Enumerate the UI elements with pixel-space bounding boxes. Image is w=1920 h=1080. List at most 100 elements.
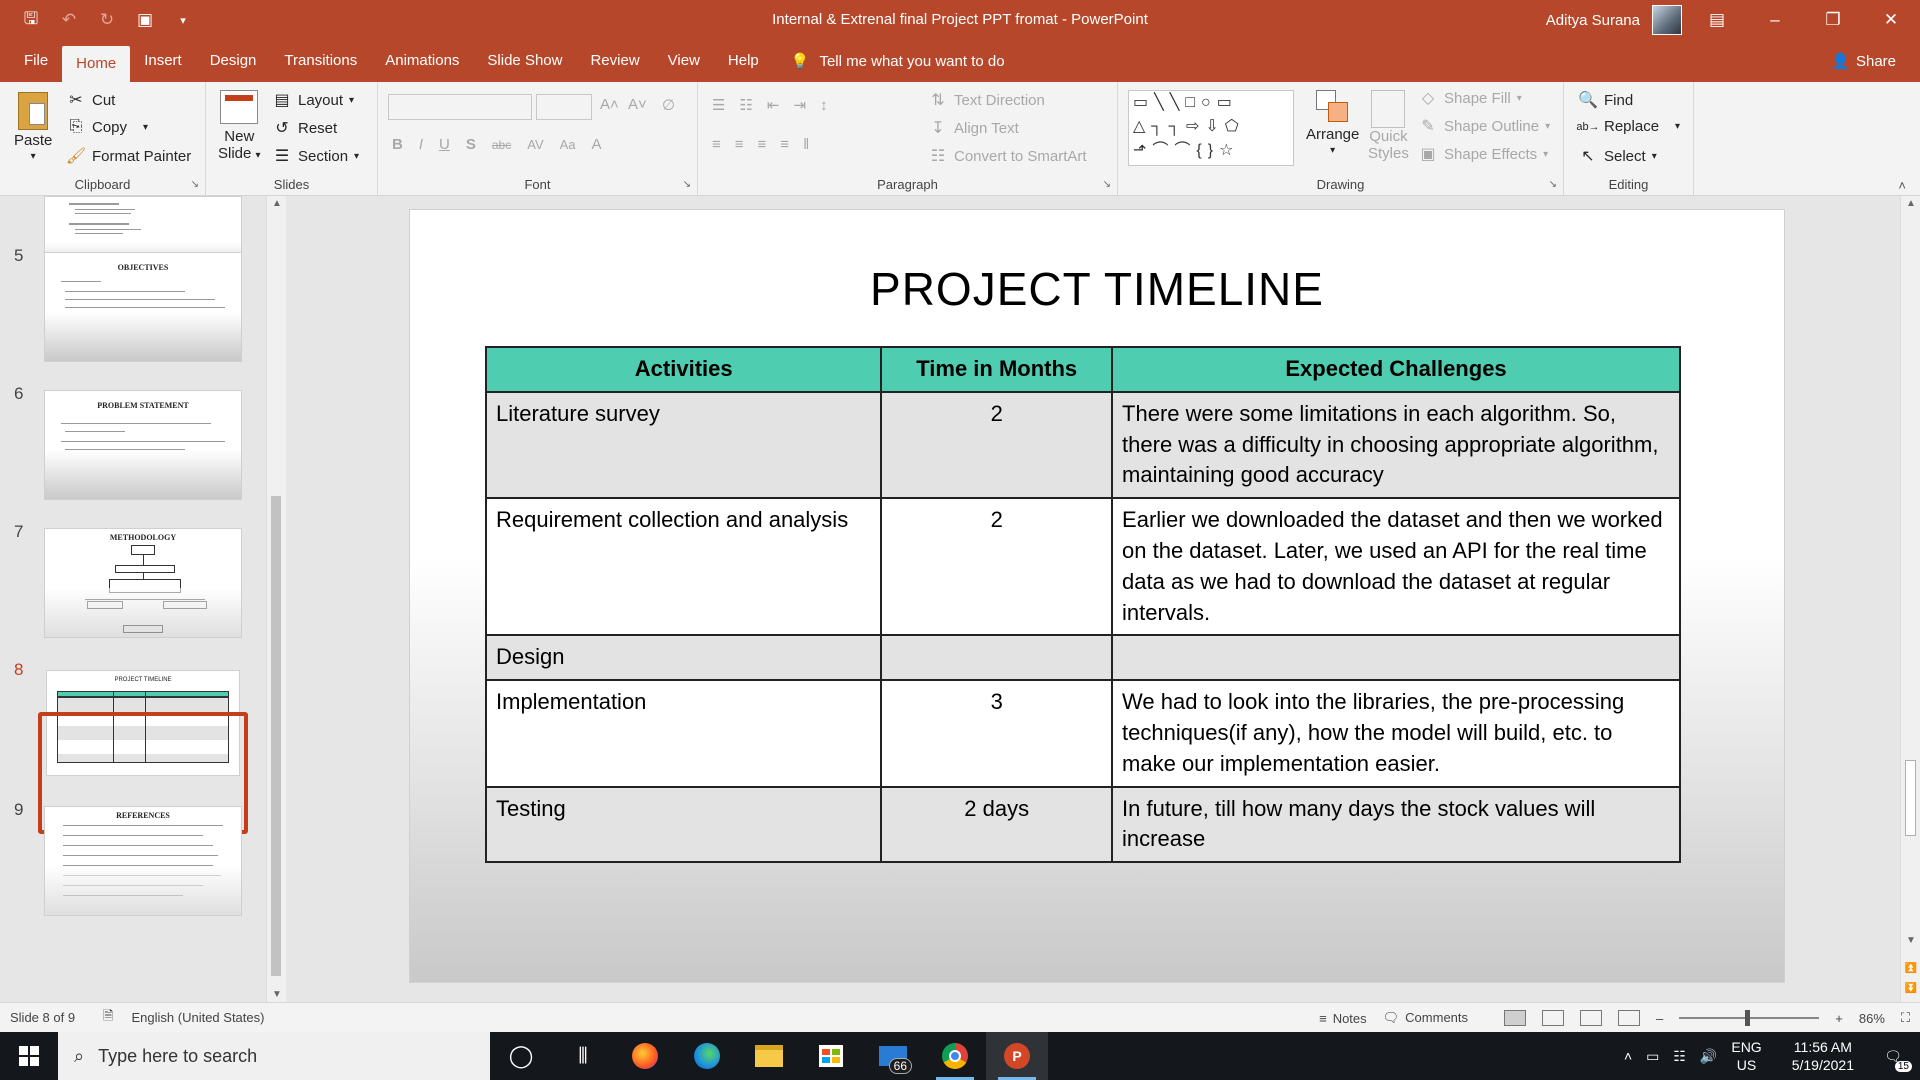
dialog-launcher-icon[interactable]: ↘ xyxy=(683,179,691,190)
input-language[interactable]: ENG US xyxy=(1731,1038,1761,1074)
shape-outline-button[interactable]: ✎ Shape Outline ▾ xyxy=(1418,116,1550,136)
scroll-up-icon[interactable]: ▲ xyxy=(267,198,287,209)
scroll-up-icon[interactable]: ▲ xyxy=(1901,198,1920,209)
minimize-icon[interactable]: – xyxy=(1746,0,1804,40)
undo-icon[interactable]: ↶ xyxy=(52,5,86,35)
slide-thumbnail-5[interactable]: OBJECTIVES xyxy=(44,252,242,362)
slide-thumbnail-9[interactable]: REFERENCES xyxy=(44,806,242,916)
tab-slide-show[interactable]: Slide Show xyxy=(473,40,576,82)
wifi-icon[interactable]: ☷ xyxy=(1673,1048,1686,1065)
mail-icon[interactable]: 66 xyxy=(862,1032,924,1080)
comments-button[interactable]: 🗨 Comments xyxy=(1383,1010,1468,1026)
tab-help[interactable]: Help xyxy=(714,40,773,82)
fit-to-window-icon[interactable]: ⛶ xyxy=(1901,1010,1910,1026)
text-direction-button[interactable]: ⇅ Text Direction xyxy=(928,90,1045,110)
activity-cell[interactable]: Literature survey xyxy=(484,390,883,500)
tab-review[interactable]: Review xyxy=(576,40,653,82)
cortana-icon[interactable]: ◯ xyxy=(490,1032,552,1080)
challenge-cell[interactable]: There were some limitations in each algo… xyxy=(1111,390,1681,500)
notifications-icon[interactable]: 🗨 15 xyxy=(1878,1042,1912,1072)
clear-formatting-icon[interactable]: ∅ xyxy=(662,96,675,114)
replace-button[interactable]: ab→ Replace ▾ xyxy=(1576,118,1680,135)
bold-icon[interactable]: B xyxy=(392,136,403,153)
challenge-cell[interactable]: In future, till how many days the stock … xyxy=(1111,785,1681,864)
time-cell[interactable]: 3 xyxy=(880,679,1114,788)
language-indicator[interactable]: 🗎 English (United States) xyxy=(103,1007,264,1029)
underline-icon[interactable]: U xyxy=(439,136,450,153)
font-size-dropdown[interactable] xyxy=(536,94,592,120)
shapes-gallery[interactable]: ▭╲╲□○▭ △┐┐⇨⇩⬠ ⬏⌒⌒{}☆ xyxy=(1128,90,1294,166)
decrease-indent-icon[interactable]: ⇤ xyxy=(767,96,780,114)
tell-me-search[interactable]: 💡 Tell me what you want to do xyxy=(773,40,1005,82)
tab-design[interactable]: Design xyxy=(196,40,271,82)
column-header[interactable]: Expected Challenges xyxy=(1111,346,1681,393)
justify-icon[interactable]: ≡ xyxy=(780,136,789,153)
clock[interactable]: 11:56 AM 5/19/2021 xyxy=(1792,1038,1854,1074)
activity-cell[interactable]: Testing xyxy=(484,785,883,864)
slide-show-view-icon[interactable] xyxy=(1618,1010,1641,1026)
windows-start-icon[interactable] xyxy=(0,1032,58,1080)
time-cell[interactable]: 2 days xyxy=(880,785,1114,864)
shadow-icon[interactable]: S xyxy=(466,136,476,153)
section-button[interactable]: ☰ Section ▾ xyxy=(272,146,359,166)
save-icon[interactable]: 🖫 xyxy=(14,5,48,35)
layout-button[interactable]: ▤ Layout ▾ xyxy=(272,90,354,110)
select-button[interactable]: ↖ Select ▾ xyxy=(1578,146,1656,166)
slide-thumbnail-6[interactable]: PROBLEM STATEMENT xyxy=(44,390,242,500)
scroll-down-icon[interactable]: ▼ xyxy=(1901,935,1920,946)
font-color-icon[interactable]: A xyxy=(592,136,602,153)
task-view-icon[interactable]: ⫴ xyxy=(552,1032,614,1080)
firefox-icon[interactable] xyxy=(614,1032,676,1080)
reset-button[interactable]: ↺ Reset xyxy=(272,118,337,138)
dialog-launcher-icon[interactable]: ↘ xyxy=(1103,179,1111,190)
cut-button[interactable]: ✂ Cut xyxy=(66,90,115,110)
thumbnails-scrollbar[interactable]: ▲ ▼ xyxy=(266,196,286,1002)
slide-sorter-view-icon[interactable] xyxy=(1542,1010,1565,1026)
zoom-level[interactable]: 86% xyxy=(1859,1011,1885,1026)
slide-title[interactable]: PROJECT TIMELINE xyxy=(410,262,1784,316)
volume-icon[interactable]: 🔊 xyxy=(1700,1048,1717,1065)
restore-icon[interactable]: ❐ xyxy=(1804,0,1862,40)
activity-cell[interactable]: Design xyxy=(484,634,883,682)
tab-animations[interactable]: Animations xyxy=(371,40,473,82)
current-slide[interactable]: PROJECT TIMELINE Activities Time in Mont… xyxy=(410,210,1784,982)
challenge-cell[interactable]: We had to look into the libraries, the p… xyxy=(1111,679,1681,788)
scroll-down-icon[interactable]: ▼ xyxy=(267,989,287,1000)
tab-insert[interactable]: Insert xyxy=(130,40,196,82)
arrange-button[interactable]: Arrange ▾ xyxy=(1306,90,1359,156)
increase-font-size-icon[interactable]: A˄ xyxy=(600,96,619,113)
new-slide-button[interactable]: New Slide ▾ xyxy=(218,90,261,162)
scrollbar-thumb[interactable] xyxy=(271,496,281,976)
numbering-icon[interactable]: ☷ xyxy=(739,96,752,114)
spelling-check-icon[interactable]: 🗎 xyxy=(103,1007,113,1029)
powerpoint-icon[interactable]: P xyxy=(986,1032,1048,1080)
tab-home[interactable]: Home xyxy=(62,46,131,82)
change-case-icon[interactable]: Aa xyxy=(560,137,576,152)
zoom-out-icon[interactable]: – xyxy=(1656,1011,1663,1026)
tab-transitions[interactable]: Transitions xyxy=(270,40,371,82)
find-button[interactable]: 🔍 Find xyxy=(1578,90,1633,110)
editor-scrollbar[interactable]: ▲ ▼ ⏫ ⏬ xyxy=(1900,196,1920,1002)
activity-cell[interactable]: Implementation xyxy=(484,679,883,788)
bullets-icon[interactable]: ☰ xyxy=(712,96,725,114)
decrease-font-size-icon[interactable]: A˅ xyxy=(628,96,647,113)
previous-slide-icon[interactable]: ⏫ xyxy=(1901,963,1920,974)
redo-icon[interactable]: ↻ xyxy=(90,5,124,35)
challenge-cell[interactable]: Earlier we downloaded the dataset and th… xyxy=(1111,497,1681,637)
align-right-icon[interactable]: ≡ xyxy=(758,136,767,153)
character-spacing-icon[interactable]: AV xyxy=(527,137,543,152)
align-left-icon[interactable]: ≡ xyxy=(712,136,721,153)
activity-cell[interactable]: Requirement collection and analysis xyxy=(484,497,883,637)
timeline-table[interactable]: Activities Time in Months Expected Chall… xyxy=(484,346,1681,864)
shape-fill-button[interactable]: ◇ Shape Fill ▾ xyxy=(1418,88,1522,108)
avatar[interactable] xyxy=(1652,5,1682,35)
quick-styles-button[interactable]: Quick Styles xyxy=(1368,90,1409,162)
close-icon[interactable]: ✕ xyxy=(1862,0,1920,40)
challenge-cell[interactable] xyxy=(1111,634,1681,682)
strikethrough-icon[interactable]: abc xyxy=(492,138,511,152)
battery-icon[interactable]: ▭ xyxy=(1646,1048,1659,1065)
increase-indent-icon[interactable]: ⇥ xyxy=(793,96,806,114)
italic-icon[interactable]: I xyxy=(419,136,423,153)
time-cell[interactable] xyxy=(880,634,1114,682)
store-icon[interactable] xyxy=(800,1032,862,1080)
